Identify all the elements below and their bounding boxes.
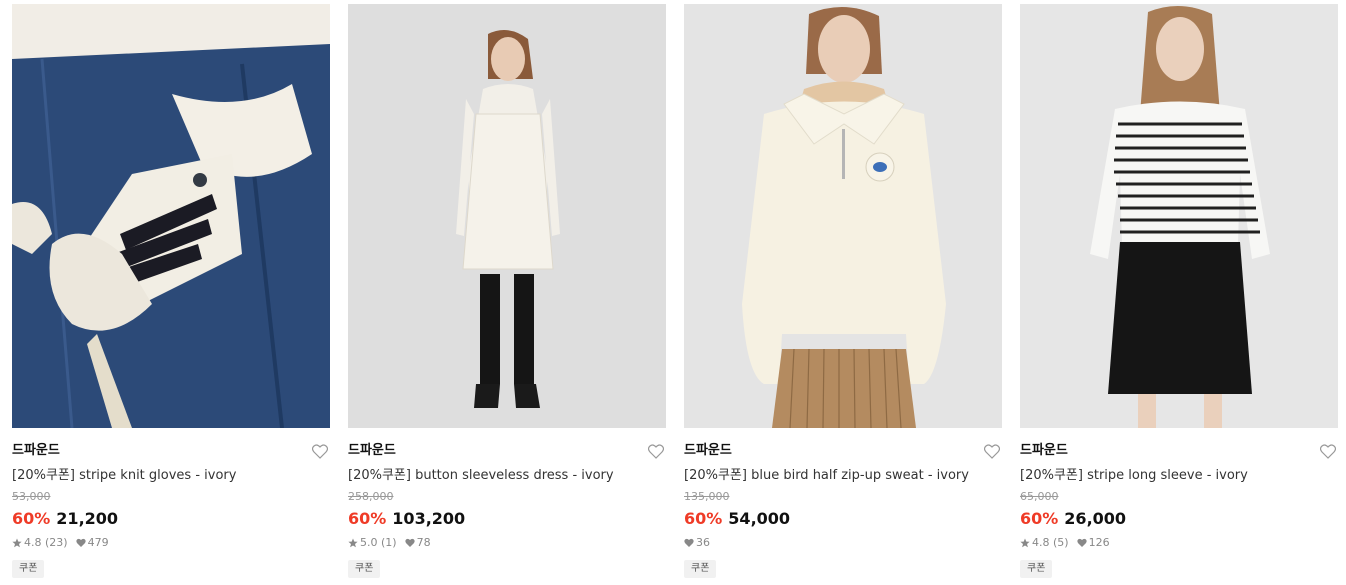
product-stats: 5.0 (1) 78 bbox=[348, 535, 666, 551]
heart-icon[interactable] bbox=[984, 444, 1000, 459]
heart-icon[interactable] bbox=[1320, 444, 1336, 459]
product-title[interactable]: [20%쿠폰] blue bird half zip-up sweat - iv… bbox=[684, 467, 1002, 485]
product-image-zip-up-sweat[interactable] bbox=[684, 4, 1002, 428]
like-count: 479 bbox=[87, 536, 109, 549]
review-count: (5) bbox=[1053, 536, 1069, 549]
product-stats: 36 bbox=[684, 535, 1002, 551]
product-card[interactable]: 드파운드 [20%쿠폰] stripe knit gloves - ivory … bbox=[12, 4, 330, 578]
original-price: 65,000 bbox=[1020, 490, 1059, 503]
brand-name[interactable]: 드파운드 bbox=[684, 442, 1002, 460]
like-count: 126 bbox=[1088, 536, 1110, 549]
price-row: 60% 26,000 bbox=[1020, 508, 1338, 530]
brand-name[interactable]: 드파운드 bbox=[1020, 442, 1338, 460]
heart-small-icon bbox=[404, 538, 415, 548]
discount-rate: 60% bbox=[12, 509, 51, 528]
product-image-sleeveless-dress[interactable] bbox=[348, 4, 666, 428]
like-count: 36 bbox=[696, 536, 710, 549]
discount-rate: 60% bbox=[1020, 509, 1059, 528]
sale-price: 21,200 bbox=[56, 509, 119, 528]
heart-icon[interactable] bbox=[312, 444, 328, 459]
coupon-badge: 쿠폰 bbox=[348, 560, 381, 578]
heart-small-icon bbox=[75, 538, 86, 548]
original-price: 53,000 bbox=[12, 490, 51, 503]
review-count: (1) bbox=[381, 536, 397, 549]
price-row: 60% 103,200 bbox=[348, 508, 666, 530]
product-card[interactable]: 드파운드 [20%쿠폰] blue bird half zip-up sweat… bbox=[684, 4, 1002, 578]
heart-small-icon bbox=[1076, 538, 1087, 548]
sale-price: 26,000 bbox=[1064, 509, 1127, 528]
product-card[interactable]: 드파운드 [20%쿠폰] button sleeveless dress - i… bbox=[348, 4, 666, 578]
price-row: 60% 21,200 bbox=[12, 508, 330, 530]
rating-value: 4.8 bbox=[24, 536, 42, 549]
like-count: 78 bbox=[416, 536, 431, 549]
product-title[interactable]: [20%쿠폰] button sleeveless dress - ivory bbox=[348, 467, 666, 485]
brand-name[interactable]: 드파운드 bbox=[12, 442, 330, 460]
heart-small-icon bbox=[684, 538, 694, 548]
review-count: (23) bbox=[45, 536, 68, 549]
product-grid: 드파운드 [20%쿠폰] stripe knit gloves - ivory … bbox=[12, 4, 1338, 578]
price-row: 60% 54,000 bbox=[684, 508, 1002, 530]
product-stats: 4.8 (23) 479 bbox=[12, 535, 330, 551]
heart-icon[interactable] bbox=[648, 444, 664, 459]
product-meta: 드파운드 [20%쿠폰] blue bird half zip-up sweat… bbox=[684, 428, 1002, 578]
product-image-stripe-long-sleeve[interactable] bbox=[1020, 4, 1338, 428]
discount-rate: 60% bbox=[684, 509, 723, 528]
discount-rate: 60% bbox=[348, 509, 387, 528]
star-icon bbox=[1020, 538, 1030, 548]
original-price: 135,000 bbox=[684, 490, 730, 503]
sale-price: 54,000 bbox=[728, 509, 791, 528]
product-image-knit-gloves[interactable] bbox=[12, 4, 330, 428]
product-title[interactable]: [20%쿠폰] stripe knit gloves - ivory bbox=[12, 467, 330, 485]
star-icon bbox=[12, 538, 22, 548]
coupon-badge: 쿠폰 bbox=[684, 560, 717, 578]
sale-price: 103,200 bbox=[392, 509, 466, 528]
rating-value: 4.8 bbox=[1032, 536, 1050, 549]
coupon-badge: 쿠폰 bbox=[12, 560, 45, 578]
original-price: 258,000 bbox=[348, 490, 394, 503]
product-stats: 4.8 (5) 126 bbox=[1020, 535, 1338, 551]
product-meta: 드파운드 [20%쿠폰] stripe long sleeve - ivory … bbox=[1020, 428, 1338, 578]
rating-value: 5.0 bbox=[360, 536, 378, 549]
coupon-badge: 쿠폰 bbox=[1020, 560, 1053, 578]
product-meta: 드파운드 [20%쿠폰] stripe knit gloves - ivory … bbox=[12, 428, 330, 578]
brand-name[interactable]: 드파운드 bbox=[348, 442, 666, 460]
product-card[interactable]: 드파운드 [20%쿠폰] stripe long sleeve - ivory … bbox=[1020, 4, 1338, 578]
star-icon bbox=[348, 538, 358, 548]
product-meta: 드파운드 [20%쿠폰] button sleeveless dress - i… bbox=[348, 428, 666, 578]
product-title[interactable]: [20%쿠폰] stripe long sleeve - ivory bbox=[1020, 467, 1338, 485]
